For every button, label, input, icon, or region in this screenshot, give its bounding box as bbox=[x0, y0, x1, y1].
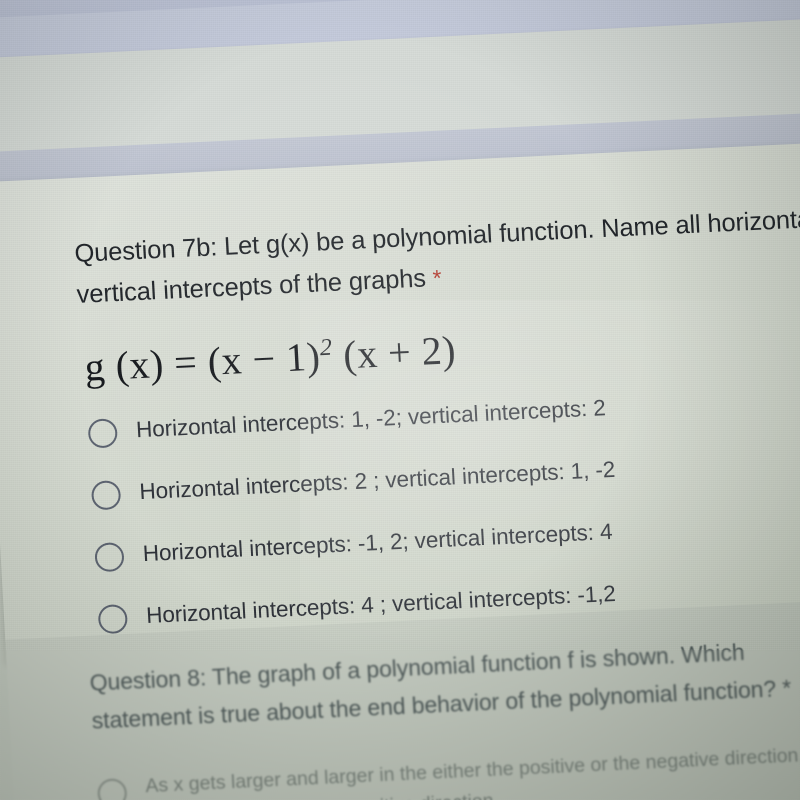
photographed-screen: × + FAIpQLSe5P0NsU9Ps3g4LH4oP-bnjXGs... … bbox=[0, 0, 800, 800]
question-8-required-asterisk: * bbox=[781, 674, 792, 702]
formula-equals: = bbox=[172, 339, 199, 386]
browser-window: × + FAIpQLSe5P0NsU9Ps3g4LH4oP-bnjXGs... … bbox=[0, 0, 800, 800]
formula-factor1-minus: − 1) bbox=[251, 333, 322, 382]
formula-lhs: g (x) bbox=[83, 340, 165, 390]
formula-factor2: (x + 2) bbox=[342, 327, 458, 378]
formula-exponent: 2 bbox=[319, 334, 334, 362]
required-asterisk: * bbox=[431, 264, 443, 292]
formula-factor1-open: (x bbox=[206, 337, 244, 384]
